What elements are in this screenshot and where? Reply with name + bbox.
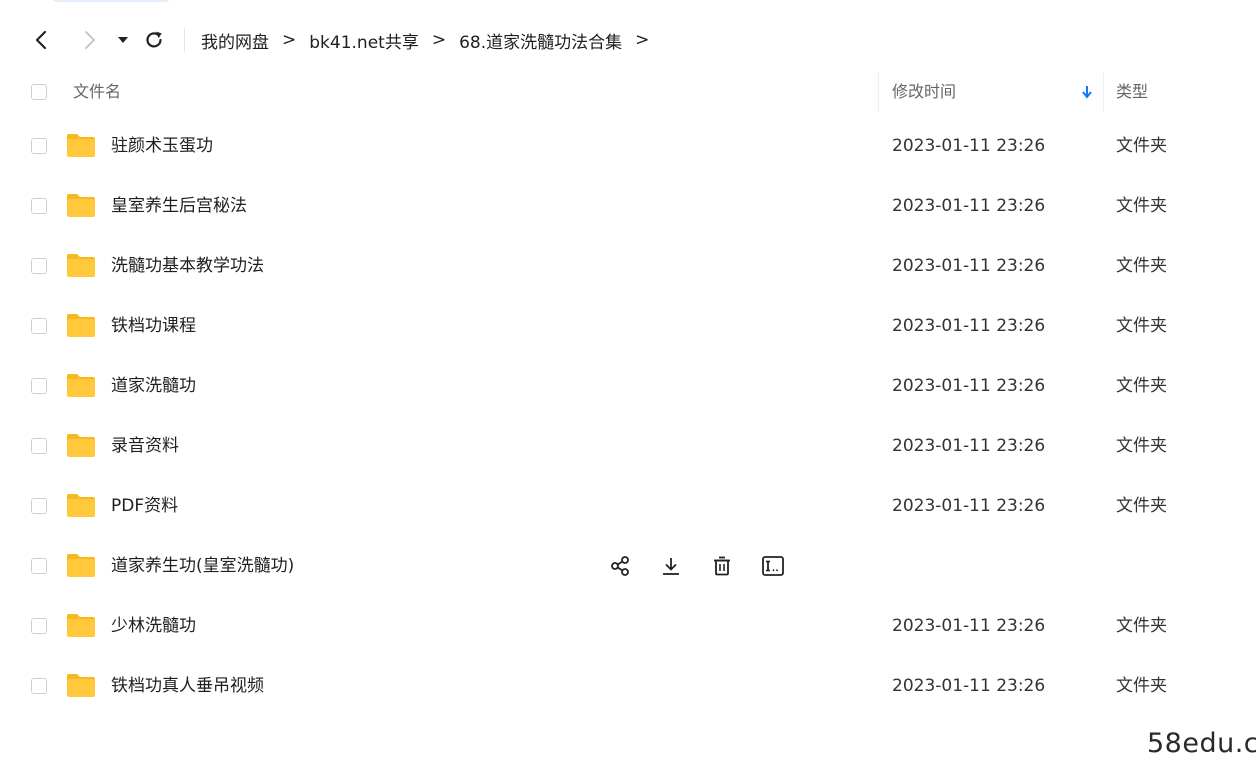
share-button[interactable] [607, 553, 633, 579]
rename-button[interactable] [760, 553, 786, 579]
caret-down-icon [118, 37, 128, 43]
file-modified-time: 2023-01-11 23:26 [892, 316, 1046, 336]
folder-icon [67, 134, 95, 157]
sort-arrow-down-icon[interactable] [1081, 84, 1093, 100]
row-checkbox[interactable] [31, 438, 47, 454]
row-checkbox[interactable] [31, 258, 47, 274]
folder-icon [67, 254, 95, 277]
breadcrumb-item-my-drive[interactable]: 我的网盘 [201, 28, 269, 53]
file-name[interactable]: 皇室养生后宫秘法 [111, 176, 247, 236]
file-row[interactable]: 道家洗髓功 2023-01-11 23:26 文件夹 [0, 356, 1256, 416]
file-modified-time: 2023-01-11 23:26 [892, 196, 1046, 216]
row-checkbox[interactable] [31, 498, 47, 514]
file-modified-time: 2023-01-11 23:26 [892, 676, 1046, 696]
navigation-bar: 我的网盘 > bk41.net共享 > 68.道家洗髓功法合集 > [0, 18, 1256, 62]
file-list-header: 文件名 修改时间 类型 [0, 70, 1256, 114]
file-row[interactable]: 皇室养生后宫秘法 2023-01-11 23:26 文件夹 [0, 176, 1256, 236]
download-button[interactable] [658, 553, 684, 579]
row-checkbox[interactable] [31, 378, 47, 394]
history-dropdown-button[interactable] [110, 27, 136, 53]
column-header-name[interactable]: 文件名 [73, 70, 121, 114]
folder-icon [67, 614, 95, 637]
file-type: 文件夹 [1116, 136, 1167, 156]
forward-button[interactable] [76, 27, 102, 53]
file-row[interactable]: 洗髓功基本教学功法 2023-01-11 23:26 文件夹 [0, 236, 1256, 296]
file-name[interactable]: 铁档功课程 [111, 296, 196, 356]
file-row[interactable]: 少林洗髓功 2023-01-11 23:26 文件夹 [0, 596, 1256, 656]
breadcrumb-separator: > [431, 30, 447, 50]
file-name[interactable]: 铁档功真人垂吊视频 [111, 656, 264, 716]
file-list: 驻颜术玉蛋功 2023-01-11 23:26 文件夹 皇室养生后宫秘法 202… [0, 116, 1256, 716]
file-modified-time: 2023-01-11 23:26 [892, 256, 1046, 276]
file-type: 文件夹 [1116, 436, 1167, 456]
column-header-type[interactable]: 类型 [1116, 70, 1148, 114]
folder-icon [67, 494, 95, 517]
file-modified-time: 2023-01-11 23:26 [892, 496, 1046, 516]
file-name[interactable]: 道家养生功(皇室洗髓功) [111, 536, 294, 596]
file-row[interactable]: 录音资料 2023-01-11 23:26 文件夹 [0, 416, 1256, 476]
file-type: 文件夹 [1116, 496, 1167, 516]
top-tab-accent [52, 0, 170, 2]
file-modified-time: 2023-01-11 23:26 [892, 376, 1046, 396]
breadcrumb-separator: > [635, 30, 650, 50]
file-name[interactable]: 洗髓功基本教学功法 [111, 236, 264, 296]
delete-icon [714, 556, 730, 576]
column-divider [1103, 72, 1104, 112]
row-checkbox[interactable] [31, 558, 47, 574]
folder-icon [67, 554, 95, 577]
watermark: 58edu.cc [1147, 728, 1256, 759]
file-name[interactable]: 驻颜术玉蛋功 [111, 116, 213, 176]
nav-divider [184, 28, 185, 52]
row-checkbox[interactable] [31, 198, 47, 214]
breadcrumb-item-current-folder[interactable]: 68.道家洗髓功法合集 [459, 28, 622, 53]
chevron-left-icon [35, 30, 47, 50]
file-type: 文件夹 [1116, 256, 1167, 276]
row-checkbox[interactable] [31, 318, 47, 334]
folder-icon [67, 434, 95, 457]
file-row[interactable]: 铁档功真人垂吊视频 2023-01-11 23:26 文件夹 [0, 656, 1256, 716]
delete-button[interactable] [709, 553, 735, 579]
column-header-modified[interactable]: 修改时间 [892, 70, 956, 114]
file-type: 文件夹 [1116, 376, 1167, 396]
breadcrumb: 我的网盘 > bk41.net共享 > 68.道家洗髓功法合集 > [201, 18, 662, 62]
file-name[interactable]: 少林洗髓功 [111, 596, 196, 656]
file-name[interactable]: 道家洗髓功 [111, 356, 196, 416]
refresh-button[interactable] [141, 27, 167, 53]
folder-icon [67, 314, 95, 337]
file-name[interactable]: 录音资料 [111, 416, 179, 476]
row-checkbox[interactable] [31, 678, 47, 694]
file-row[interactable]: 驻颜术玉蛋功 2023-01-11 23:26 文件夹 [0, 116, 1256, 176]
download-icon [663, 558, 679, 575]
folder-icon [67, 374, 95, 397]
file-row-hovered[interactable]: 道家养生功(皇室洗髓功) [0, 536, 1256, 596]
chevron-right-icon [85, 31, 95, 49]
file-row[interactable]: 铁档功课程 2023-01-11 23:26 文件夹 [0, 296, 1256, 356]
breadcrumb-item-share[interactable]: bk41.net共享 [309, 28, 419, 53]
rename-icon [762, 556, 784, 576]
row-checkbox[interactable] [31, 138, 47, 154]
share-icon [611, 556, 629, 576]
select-all-checkbox[interactable] [31, 84, 47, 100]
file-modified-time: 2023-01-11 23:26 [892, 616, 1046, 636]
file-type: 文件夹 [1116, 196, 1167, 216]
file-type: 文件夹 [1116, 676, 1167, 696]
file-modified-time: 2023-01-11 23:26 [892, 136, 1046, 156]
file-type: 文件夹 [1116, 316, 1167, 336]
folder-icon [67, 194, 95, 217]
file-modified-time: 2023-01-11 23:26 [892, 436, 1046, 456]
back-button[interactable] [29, 27, 55, 53]
refresh-icon [146, 31, 162, 48]
file-type: 文件夹 [1116, 616, 1167, 636]
breadcrumb-separator: > [282, 30, 297, 50]
column-divider [878, 72, 879, 112]
folder-icon [67, 674, 95, 697]
row-checkbox[interactable] [31, 618, 47, 634]
file-name[interactable]: PDF资料 [111, 476, 178, 536]
file-row[interactable]: PDF资料 2023-01-11 23:26 文件夹 [0, 476, 1256, 536]
